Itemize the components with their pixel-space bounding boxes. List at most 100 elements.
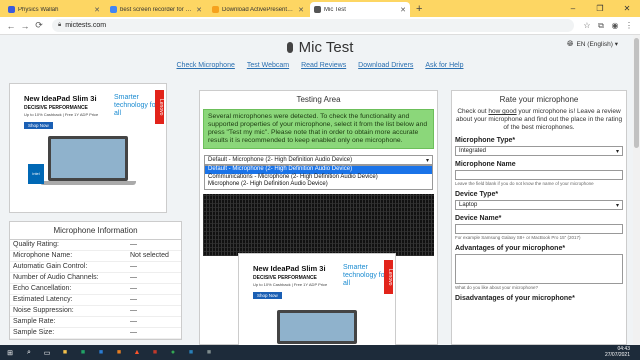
microphone-name-label: Microphone Name bbox=[455, 161, 516, 168]
microphone-type-select[interactable]: Integrated ▾ bbox=[455, 146, 623, 156]
close-tab-icon[interactable]: ✕ bbox=[94, 6, 100, 14]
nav-read-reviews[interactable]: Read Reviews bbox=[301, 62, 346, 69]
app-icon[interactable]: ■ bbox=[148, 345, 162, 360]
minimize-icon[interactable]: – bbox=[560, 0, 586, 17]
info-key: Automatic Gain Control: bbox=[13, 263, 88, 270]
left-column: New IdeaPad Slim 3i DECISIVE PERFORMANCE… bbox=[9, 83, 182, 340]
info-row: Echo Cancellation: — bbox=[10, 284, 181, 295]
tab-label: Physics Wallah bbox=[18, 6, 59, 13]
microphone-select[interactable]: Default - Microphone (2- High Definition… bbox=[204, 155, 433, 165]
tab-physics-wallah[interactable]: Physics Wallah ✕ bbox=[4, 2, 104, 17]
excel-icon[interactable]: ■ bbox=[76, 345, 90, 360]
intel-badge: intel CORE bbox=[28, 164, 44, 196]
reload-icon[interactable]: ⟳ bbox=[32, 19, 46, 33]
back-arrow-icon[interactable]: ← bbox=[4, 19, 18, 33]
rate-intro-text: Check out how good your microphone is! L… bbox=[455, 108, 623, 132]
device-name-label: Device Name* bbox=[455, 215, 502, 222]
url-field[interactable]: 🔒︎ mictests.com bbox=[52, 19, 574, 32]
testing-area-panel: Testing Area Several microphones were de… bbox=[199, 90, 438, 346]
how-good-link[interactable]: how good bbox=[488, 108, 516, 115]
ad-title: New IdeaPad Slim 3i bbox=[24, 94, 97, 103]
device-name-help: For example Samsung Galaxy S8+ or MacBoo… bbox=[455, 235, 581, 240]
extension-icon[interactable]: ⧉ bbox=[594, 19, 608, 33]
info-key: Echo Cancellation: bbox=[13, 285, 72, 292]
star-icon[interactable]: ☆ bbox=[580, 19, 594, 33]
info-row: Quality Rating: — bbox=[10, 240, 181, 251]
mic-favicon-icon bbox=[314, 6, 321, 13]
ad-tagline: Smarter technology for all bbox=[343, 264, 387, 287]
close-tab-icon[interactable]: ✕ bbox=[400, 6, 406, 14]
google-favicon-icon bbox=[110, 6, 117, 13]
nav-ask-for-help[interactable]: Ask for Help bbox=[425, 62, 463, 69]
ad-tagline: Smarter technology for all bbox=[114, 94, 158, 117]
maximize-icon[interactable]: ❐ bbox=[587, 0, 613, 17]
close-tab-icon[interactable]: ✕ bbox=[196, 6, 202, 14]
info-value: — bbox=[130, 329, 137, 336]
nav-download-drivers[interactable]: Download Drivers bbox=[358, 62, 413, 69]
microphone-option[interactable]: Default - Microphone (2- High Definition… bbox=[205, 166, 432, 174]
tab-mic-test[interactable]: Mic Test ✕ bbox=[310, 2, 410, 17]
ad-shop-now-button[interactable]: Shop Now bbox=[253, 292, 282, 299]
file-explorer-icon[interactable]: ■ bbox=[58, 345, 72, 360]
ad-offer-text: Up to 10% Cashback | Free 1Y ADP Price bbox=[24, 112, 99, 117]
system-clock[interactable]: 04:43 27/07/2021 bbox=[605, 346, 630, 358]
info-row: Sample Size: — bbox=[10, 328, 181, 339]
profile-avatar-icon[interactable]: ◉ bbox=[608, 19, 622, 33]
page-scrollbar[interactable] bbox=[633, 35, 640, 345]
microphone-name-help: Leave the field blank if you do not know… bbox=[455, 181, 594, 186]
chrome-icon[interactable]: ● bbox=[166, 345, 180, 360]
laptop-image bbox=[48, 136, 128, 181]
brave-icon[interactable]: ▲ bbox=[130, 345, 144, 360]
task-view-icon[interactable]: ▭ bbox=[40, 345, 54, 360]
info-value: — bbox=[130, 241, 137, 248]
info-row: Noise Suppression: — bbox=[10, 306, 181, 317]
info-row: Microphone Name: Not selected bbox=[10, 251, 181, 262]
menu-kebab-icon[interactable]: ⋮ bbox=[622, 19, 636, 33]
device-type-select[interactable]: Laptop ▾ bbox=[455, 200, 623, 210]
close-tab-icon[interactable]: ✕ bbox=[298, 6, 304, 14]
language-selector[interactable]: 🌐︎ EN (English) ▾ bbox=[567, 39, 618, 49]
app-icon[interactable]: ■ bbox=[112, 345, 126, 360]
microphone-type-label: Microphone Type* bbox=[455, 137, 516, 144]
browser-tab-strip: Physics Wallah ✕ best screen recorder fo… bbox=[0, 0, 640, 17]
info-row: Estimated Latency: — bbox=[10, 295, 181, 306]
multiple-mics-notice: Several microphones were detected. To ch… bbox=[203, 109, 434, 149]
audio-visualizer bbox=[203, 193, 434, 256]
app-icon[interactable]: ■ bbox=[184, 345, 198, 360]
info-value: — bbox=[130, 318, 137, 325]
scrollbar-thumb[interactable] bbox=[634, 38, 639, 148]
advantages-textarea[interactable] bbox=[455, 254, 623, 284]
lock-icon: 🔒︎ bbox=[58, 22, 62, 28]
site-header: Mic Test Check Microphone Test Webcam Re… bbox=[0, 35, 640, 73]
search-icon[interactable]: ⌕ bbox=[22, 345, 36, 360]
section-title: Testing Area bbox=[296, 95, 341, 104]
advertisement-banner[interactable]: New IdeaPad Slim 3i DECISIVE PERFORMANCE… bbox=[238, 253, 396, 346]
windows-start-icon[interactable]: ⊞ bbox=[2, 345, 18, 360]
site-title[interactable]: Mic Test bbox=[0, 39, 640, 56]
ad-offer-text: Up to 10% Cashback | Free 1Y ADP Price bbox=[253, 282, 328, 287]
forward-arrow-icon[interactable]: → bbox=[18, 19, 32, 33]
laptop-base-image bbox=[40, 181, 136, 185]
new-tab-button[interactable]: + bbox=[416, 2, 422, 17]
device-name-input[interactable] bbox=[455, 224, 623, 234]
tab-download-activepresenter[interactable]: Download ActivePresenter - Vid ✕ bbox=[208, 2, 308, 17]
tab-best-screen-recorder[interactable]: best screen recorder for pc free ✕ bbox=[106, 2, 206, 17]
close-window-icon[interactable]: ✕ bbox=[614, 0, 640, 17]
advertisement-banner[interactable]: New IdeaPad Slim 3i DECISIVE PERFORMANCE… bbox=[9, 83, 167, 213]
info-row: Number of Audio Channels: — bbox=[10, 273, 181, 284]
ad-subtitle: DECISIVE PERFORMANCE bbox=[253, 275, 317, 281]
microphone-option[interactable]: Communications - Microphone (2- High Def… bbox=[205, 174, 432, 182]
info-row: Sample Rate: — bbox=[10, 317, 181, 328]
info-value: — bbox=[130, 307, 137, 314]
disadvantages-label: Disadvantages of your microphone* bbox=[455, 295, 575, 302]
ad-shop-now-button[interactable]: Shop Now bbox=[24, 122, 53, 129]
chevron-down-icon: ▾ bbox=[615, 148, 619, 155]
nav-check-microphone[interactable]: Check Microphone bbox=[177, 62, 235, 69]
app-icon[interactable]: ■ bbox=[202, 345, 216, 360]
lenovo-logo: Lenovo bbox=[384, 260, 393, 294]
microphone-option[interactable]: Microphone (2- High Definition Audio Dev… bbox=[205, 181, 432, 189]
word-icon[interactable]: ■ bbox=[94, 345, 108, 360]
microphone-name-input[interactable] bbox=[455, 170, 623, 180]
device-type-label: Device Type* bbox=[455, 191, 499, 198]
nav-test-webcam[interactable]: Test Webcam bbox=[247, 62, 289, 69]
